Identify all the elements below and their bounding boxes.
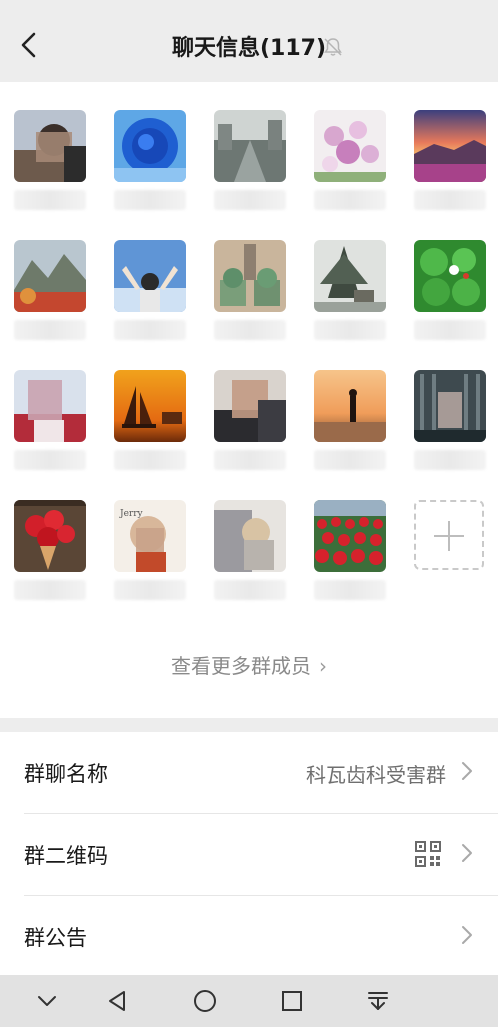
member-item[interactable]: [214, 240, 286, 340]
member-name-blurred: [114, 190, 186, 210]
member-name-blurred: [414, 320, 486, 340]
group-name-row[interactable]: 群聊名称 科瓦齿科受害群: [0, 732, 498, 813]
member-item[interactable]: [214, 110, 286, 210]
view-more-members-link[interactable]: 查看更多群成员 ›: [0, 650, 498, 679]
avatar[interactable]: [214, 370, 286, 442]
group-announcement-row[interactable]: 群公告: [0, 896, 498, 977]
circle-home-icon[interactable]: [191, 987, 219, 1015]
avatar[interactable]: [414, 370, 486, 442]
member-name-blurred: [114, 320, 186, 340]
member-name-blurred: [14, 190, 86, 210]
qr-code-icon: [415, 841, 441, 867]
avatar[interactable]: [314, 110, 386, 182]
chevron-right-icon: [462, 844, 472, 862]
member-item[interactable]: [114, 240, 186, 340]
avatar[interactable]: Jerry: [114, 500, 186, 572]
member-name-blurred: [314, 190, 386, 210]
group-announcement-label: 群公告: [24, 926, 87, 950]
member-name-blurred: [214, 190, 286, 210]
group-name-label: 群聊名称: [24, 762, 108, 786]
member-name-blurred: [114, 580, 186, 600]
avatar[interactable]: [14, 500, 86, 572]
avatar[interactable]: [314, 240, 386, 312]
member-row: [0, 240, 498, 360]
page-title: 聊天信息(117): [171, 36, 327, 61]
member-name-blurred: [414, 450, 486, 470]
member-name-blurred: [314, 320, 386, 340]
member-item[interactable]: [314, 110, 386, 210]
title-bar: 聊天信息(117): [0, 0, 498, 82]
member-item[interactable]: [314, 500, 386, 600]
chevron-down-icon[interactable]: [33, 987, 61, 1015]
member-item[interactable]: [114, 110, 186, 210]
member-name-blurred: [414, 190, 486, 210]
member-panel: Jerry 查看更多群成员 ›: [0, 82, 498, 718]
pull-down-icon[interactable]: [364, 987, 392, 1015]
member-name-blurred: [314, 580, 386, 600]
avatar[interactable]: [414, 110, 486, 182]
member-name-blurred: [214, 580, 286, 600]
member-row: Jerry: [0, 500, 498, 620]
member-item[interactable]: [14, 240, 86, 340]
group-settings-list: 群聊名称 科瓦齿科受害群 群二维码 群公告: [0, 732, 498, 975]
view-more-members-label: 查看更多群成员: [171, 654, 311, 678]
member-name-blurred: [14, 450, 86, 470]
member-item[interactable]: [14, 370, 86, 470]
avatar[interactable]: [214, 240, 286, 312]
group-qr-row[interactable]: 群二维码: [0, 814, 498, 895]
square-recents-icon[interactable]: [278, 987, 306, 1015]
group-qr-label: 群二维码: [24, 844, 108, 868]
group-name-value: 科瓦齿科受害群: [306, 763, 446, 787]
chevron-right-icon: ›: [319, 654, 327, 678]
avatar[interactable]: [214, 500, 286, 572]
avatar[interactable]: [14, 370, 86, 442]
member-name-blurred: [314, 450, 386, 470]
member-row: [0, 110, 498, 230]
triangle-back-icon[interactable]: [104, 987, 132, 1015]
member-item[interactable]: [14, 500, 86, 600]
member-name-blurred: [14, 320, 86, 340]
system-navigation-bar: [0, 975, 498, 1027]
member-name-blurred: [114, 450, 186, 470]
member-item[interactable]: [314, 370, 386, 470]
member-item[interactable]: [114, 370, 186, 470]
bell-off-icon: [324, 38, 342, 56]
member-item[interactable]: Jerry: [114, 500, 186, 600]
avatar[interactable]: [314, 500, 386, 572]
avatar[interactable]: [14, 240, 86, 312]
avatar[interactable]: [214, 110, 286, 182]
member-name-blurred: [214, 320, 286, 340]
avatar[interactable]: [114, 240, 186, 312]
member-row: [0, 370, 498, 490]
chevron-right-icon: [462, 926, 472, 944]
avatar[interactable]: [314, 370, 386, 442]
avatar[interactable]: [114, 370, 186, 442]
member-item[interactable]: [214, 500, 286, 600]
member-item[interactable]: [14, 110, 86, 210]
avatar[interactable]: [14, 110, 86, 182]
member-name-blurred: [214, 450, 286, 470]
avatar[interactable]: [114, 110, 186, 182]
add-member-item[interactable]: [414, 500, 486, 570]
member-item[interactable]: [314, 240, 386, 340]
chevron-right-icon: [462, 762, 472, 780]
member-item[interactable]: [214, 370, 286, 470]
member-name-blurred: [14, 580, 86, 600]
svg-text:Jerry: Jerry: [119, 509, 144, 519]
avatar[interactable]: [414, 240, 486, 312]
member-item[interactable]: [414, 370, 486, 470]
member-item[interactable]: [414, 240, 486, 340]
plus-icon[interactable]: [414, 500, 484, 570]
member-item[interactable]: [414, 110, 486, 210]
